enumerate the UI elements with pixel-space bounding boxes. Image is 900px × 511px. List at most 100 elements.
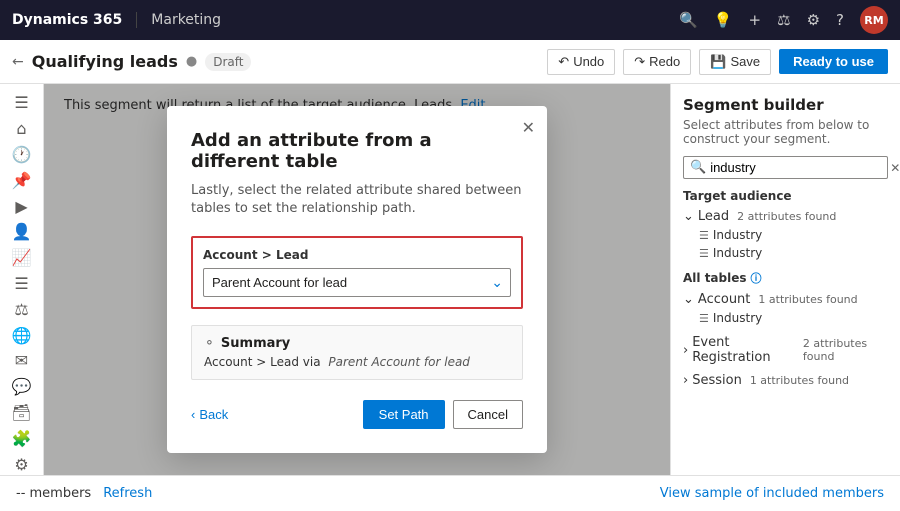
second-bar: ← Qualifying leads ● Draft ↶ Undo ↷ Redo… [0, 40, 900, 84]
lead-found-count: 2 attributes found [737, 210, 836, 223]
search-input[interactable] [710, 160, 886, 175]
back-button[interactable]: ‹ Back [191, 407, 228, 422]
lead-group-label: Lead [698, 209, 729, 224]
modal-description: Lastly, select the related attribute sha… [191, 182, 523, 218]
panel-title: Segment builder [683, 96, 888, 114]
sidebar-item-puzzle[interactable]: 🧩 [4, 427, 40, 449]
table-icon: ☰ [699, 247, 709, 260]
chevron-right-icon: › [683, 373, 688, 388]
summary-text: Account > Lead via Parent Account for le… [204, 355, 510, 369]
sidebar-item-home[interactable]: ⌂ [4, 118, 40, 140]
sidebar-item-menu[interactable]: ☰ [4, 92, 40, 114]
cancel-button[interactable]: Cancel [453, 400, 523, 429]
all-tables-label: All tables ⓘ [683, 270, 888, 286]
account-group-header[interactable]: ⌄ Account 1 attributes found [683, 290, 888, 309]
chevron-down-icon: ⌄ [683, 292, 694, 307]
panel-description: Select attributes from below to construc… [683, 118, 888, 146]
relation-label: Account > Lead [203, 248, 511, 262]
account-group-label: Account [698, 292, 751, 307]
table-icon: ☰ [699, 229, 709, 242]
left-sidebar: ☰ ⌂ 🕐 📌 ▶ 👤 📈 ☰ ⚖ 🌐 ✉ 💬 🗃 🧩 ⚙ [0, 84, 44, 475]
event-registration-group: › Event Registration 2 attributes found [683, 333, 888, 367]
sidebar-item-pin[interactable]: 📌 [4, 169, 40, 191]
plus-icon[interactable]: + [749, 11, 762, 29]
save-button[interactable]: 💾 Save [699, 49, 771, 75]
members-label: -- members [16, 486, 91, 501]
settings-icon[interactable]: ⚙ [807, 11, 820, 29]
toolbar-actions: ↶ Undo ↷ Redo 💾 Save Ready to use [547, 49, 888, 75]
brand: Dynamics 365 [12, 12, 137, 28]
top-nav-icons: 🔍 💡 + ⚖ ⚙ ? RM [679, 6, 888, 34]
sidebar-item-people[interactable]: 👤 [4, 221, 40, 243]
content-area: This segment will return a list of the t… [44, 84, 670, 475]
session-label: Session [692, 373, 742, 388]
search-icon[interactable]: 🔍 [679, 11, 698, 29]
summary-box: ⚬ Summary Account > Lead via Parent Acco… [191, 325, 523, 380]
list-item[interactable]: ☰ Industry [683, 309, 888, 327]
sidebar-item-chart[interactable]: 📈 [4, 247, 40, 269]
sidebar-item-globe[interactable]: 🌐 [4, 324, 40, 346]
search-icon: 🔍 [690, 160, 706, 175]
sidebar-item-play[interactable]: ▶ [4, 195, 40, 217]
target-audience-label: Target audience [683, 189, 888, 203]
sidebar-item-mail[interactable]: ✉ [4, 350, 40, 372]
session-header[interactable]: › Session 1 attributes found [683, 371, 888, 390]
undo-icon: ↶ [558, 54, 569, 70]
avatar: RM [860, 6, 888, 34]
refresh-button[interactable]: Refresh [103, 486, 152, 501]
top-nav: Dynamics 365 Marketing 🔍 💡 + ⚖ ⚙ ? RM [0, 0, 900, 40]
industry-item-1: Industry [713, 228, 762, 242]
sidebar-item-database[interactable]: 🗃 [4, 402, 40, 424]
relation-box: Account > Lead Parent Account for lead ⌄ [191, 236, 523, 309]
sidebar-item-settings[interactable]: ⚙ [4, 453, 40, 475]
modal-dialog: ✕ Add an attribute from a different tabl… [167, 106, 547, 453]
modal-footer-right: Set Path Cancel [363, 400, 523, 429]
event-found-count: 2 attributes found [803, 337, 888, 363]
account-found-count: 1 attributes found [758, 293, 857, 306]
dot-separator: ● [186, 54, 197, 69]
relation-select[interactable]: Parent Account for lead [203, 268, 511, 297]
modal-footer: ‹ Back Set Path Cancel [191, 400, 523, 429]
list-item[interactable]: ☰ Industry [683, 244, 888, 262]
clear-search-icon[interactable]: ✕ [890, 161, 900, 175]
set-path-button[interactable]: Set Path [363, 400, 445, 429]
account-industry-item: Industry [713, 311, 762, 325]
table-icon: ☰ [699, 312, 709, 325]
modal-title: Add an attribute from a different table [191, 130, 523, 172]
ready-to-use-button[interactable]: Ready to use [779, 49, 888, 74]
event-registration-header[interactable]: › Event Registration 2 attributes found [683, 333, 888, 367]
list-item[interactable]: ☰ Industry [683, 226, 888, 244]
back-nav-icon[interactable]: ← [12, 54, 24, 70]
search-box: 🔍 ✕ [683, 156, 888, 179]
session-group: › Session 1 attributes found [683, 371, 888, 390]
sidebar-item-recent[interactable]: 🕐 [4, 144, 40, 166]
chevron-down-icon: ⌄ [683, 209, 694, 224]
draft-badge: Draft [205, 53, 251, 71]
sidebar-item-list[interactable]: ☰ [4, 273, 40, 295]
undo-button[interactable]: ↶ Undo [547, 49, 615, 75]
chevron-right-icon: › [683, 343, 688, 358]
summary-icon: ⚬ [204, 336, 215, 351]
info-icon: ⓘ [751, 270, 762, 286]
lightbulb-icon[interactable]: 💡 [714, 11, 733, 29]
redo-button[interactable]: ↷ Redo [623, 49, 691, 75]
page-title: Qualifying leads [32, 52, 178, 71]
brand-label: Dynamics 365 [12, 12, 122, 28]
sidebar-item-filter[interactable]: ⚖ [4, 298, 40, 320]
right-panel: Segment builder Select attributes from b… [670, 84, 900, 475]
lead-group-header[interactable]: ⌄ Lead 2 attributes found [683, 207, 888, 226]
target-audience-section: Target audience ⌄ Lead 2 attributes foun… [683, 189, 888, 262]
bottom-bar: -- members Refresh View sample of includ… [0, 475, 900, 511]
view-sample-link[interactable]: View sample of included members [660, 486, 884, 501]
industry-item-2: Industry [713, 246, 762, 260]
lead-group: ⌄ Lead 2 attributes found ☰ Industry ☰ I… [683, 207, 888, 262]
account-group: ⌄ Account 1 attributes found ☰ Industry [683, 290, 888, 327]
back-chevron-icon: ‹ [191, 407, 195, 422]
main-layout: ☰ ⌂ 🕐 📌 ▶ 👤 📈 ☰ ⚖ 🌐 ✉ 💬 🗃 🧩 ⚙ This segme… [0, 84, 900, 475]
sidebar-item-chat[interactable]: 💬 [4, 376, 40, 398]
help-icon[interactable]: ? [836, 11, 844, 29]
summary-title: ⚬ Summary [204, 336, 510, 351]
modal-overlay: ✕ Add an attribute from a different tabl… [44, 84, 670, 475]
filter-icon[interactable]: ⚖ [777, 11, 790, 29]
modal-close-button[interactable]: ✕ [522, 118, 535, 138]
